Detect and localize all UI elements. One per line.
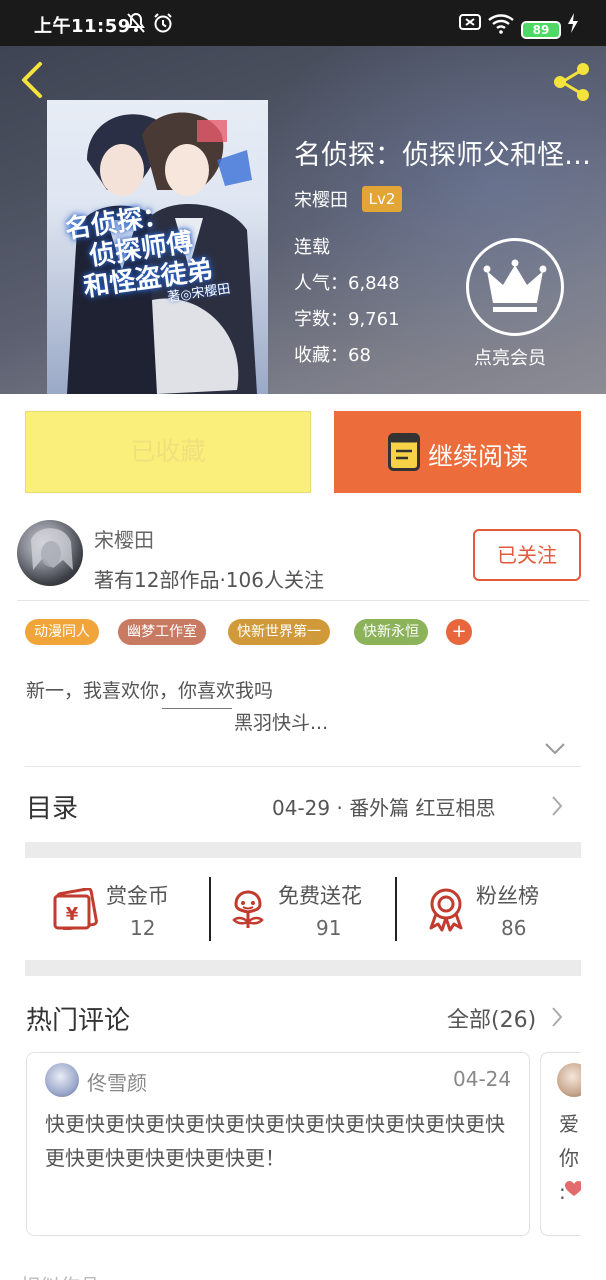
author-avatar-image xyxy=(31,528,73,570)
back-button[interactable] xyxy=(16,58,52,102)
vip-member-label: 点亮会员 xyxy=(474,348,546,369)
commenter-avatar[interactable] xyxy=(45,1063,79,1097)
add-tag-button[interactable]: + xyxy=(446,619,472,645)
stat-divider xyxy=(209,877,211,941)
intro-dash xyxy=(162,708,232,709)
author-level-badge: Lv2 xyxy=(362,186,402,212)
divider xyxy=(17,600,589,601)
svg-text:¥: ¥ xyxy=(66,904,79,925)
collected-button[interactable]: 已收藏 xyxy=(25,411,311,493)
author-stats: 著有12部作品·106人关注 xyxy=(94,568,324,592)
author-avatar[interactable] xyxy=(17,520,83,586)
divider xyxy=(25,766,581,767)
tag-item[interactable]: 快新世界第一 xyxy=(228,619,330,645)
comment-card[interactable]: 佟雪颜 04-24 快更快更快更快更快更快更快更快更快更快更快更快更快更快更快更… xyxy=(26,1052,530,1236)
book-header-banner: 上午11:59 89 名侦探： 侦探师傅 和怪盗徒弟 著◎宋樱田 名侦探：侦探师… xyxy=(0,0,606,394)
chevron-down-icon[interactable] xyxy=(544,742,566,756)
back-arrow-icon xyxy=(22,62,42,98)
serial-status: 连载 xyxy=(294,237,330,258)
tag-item[interactable]: 动漫同人 xyxy=(25,619,99,645)
similar-works-title: 相似作品 xyxy=(20,1270,100,1280)
toc-latest-chapter[interactable]: 04-29 · 番外篇 红豆相思 xyxy=(272,792,496,821)
follow-button[interactable]: 已关注 xyxy=(473,529,581,581)
stat-label: 免费送花 xyxy=(278,884,362,908)
all-comments-link[interactable]: 全部(26) xyxy=(447,1002,536,1034)
chevron-right-icon[interactable] xyxy=(550,795,564,817)
battery-indicator: 89 xyxy=(521,21,561,39)
sim-off-icon xyxy=(459,12,481,37)
flower-icon xyxy=(232,890,264,928)
author-name[interactable]: 宋樱田 xyxy=(94,524,154,553)
section-separator xyxy=(25,842,581,858)
charging-icon xyxy=(566,12,580,39)
tag-item[interactable]: 快新永恒 xyxy=(354,619,428,645)
vip-member-button[interactable] xyxy=(466,238,564,336)
share-button[interactable] xyxy=(548,58,596,106)
book-title: 名侦探：侦探师父和怪… xyxy=(294,140,591,171)
commenter-name[interactable]: 佟雪颜 xyxy=(87,1067,147,1096)
tag-item[interactable]: 幽梦工作室 xyxy=(118,619,206,645)
continue-reading-button[interactable]: 继续阅读 xyxy=(334,411,581,493)
continue-reading-label: 继续阅读 xyxy=(428,442,529,471)
stat-value: 91 xyxy=(316,916,342,940)
fan-ranking-stat[interactable]: 粉丝榜 86 xyxy=(426,876,576,942)
chevron-right-icon[interactable] xyxy=(550,1006,564,1028)
collection-count: 收藏：68 xyxy=(294,345,371,366)
crown-icon xyxy=(483,259,547,312)
stat-label: 赏金币 xyxy=(106,884,169,908)
red-envelope-icon: ¥ xyxy=(53,888,98,930)
comment-date: 04-24 xyxy=(453,1067,512,1091)
book-icon xyxy=(388,433,420,471)
medal-icon xyxy=(429,888,463,932)
section-separator xyxy=(25,960,581,976)
share-icon xyxy=(554,63,589,101)
word-count: 字数：9,761 xyxy=(294,309,400,330)
popularity-count: 人气：6,848 xyxy=(294,273,400,294)
intro-text-line1: 新一，我喜欢你，你喜欢我吗 xyxy=(26,680,274,702)
alarm-icon xyxy=(152,12,174,39)
hot-comments-title: 热门评论 xyxy=(26,1006,131,1036)
stat-divider xyxy=(395,877,397,941)
stat-label: 粉丝榜 xyxy=(476,884,539,908)
free-flowers-stat[interactable]: 免费送花 91 xyxy=(228,876,388,942)
wifi-icon xyxy=(488,12,514,39)
reward-coins-stat[interactable]: ¥ 赏金币 12 xyxy=(52,876,202,942)
toc-label[interactable]: 目录 xyxy=(26,788,78,825)
mute-icon xyxy=(126,12,146,39)
stat-value: 12 xyxy=(130,916,156,940)
scroll-edge xyxy=(581,1040,606,1250)
intro-text-line2: 黑羽快斗... xyxy=(234,712,329,734)
comment-text: 快更快更快更快更快更快更快更快更快更快更快更快更快更快更快更快更快更！ xyxy=(45,1112,505,1170)
book-cover[interactable]: 名侦探： 侦探师傅 和怪盗徒弟 著◎宋樱田 xyxy=(47,100,268,394)
status-bar: 上午11:59 89 xyxy=(0,0,606,46)
book-author-name[interactable]: 宋樱田 xyxy=(294,186,348,212)
status-time: 上午11:59 xyxy=(34,16,131,37)
book-detail-page: 上午11:59 89 名侦探： 侦探师傅 和怪盗徒弟 著◎宋樱田 名侦探：侦探师… xyxy=(0,0,606,1280)
stat-value: 86 xyxy=(501,916,527,940)
